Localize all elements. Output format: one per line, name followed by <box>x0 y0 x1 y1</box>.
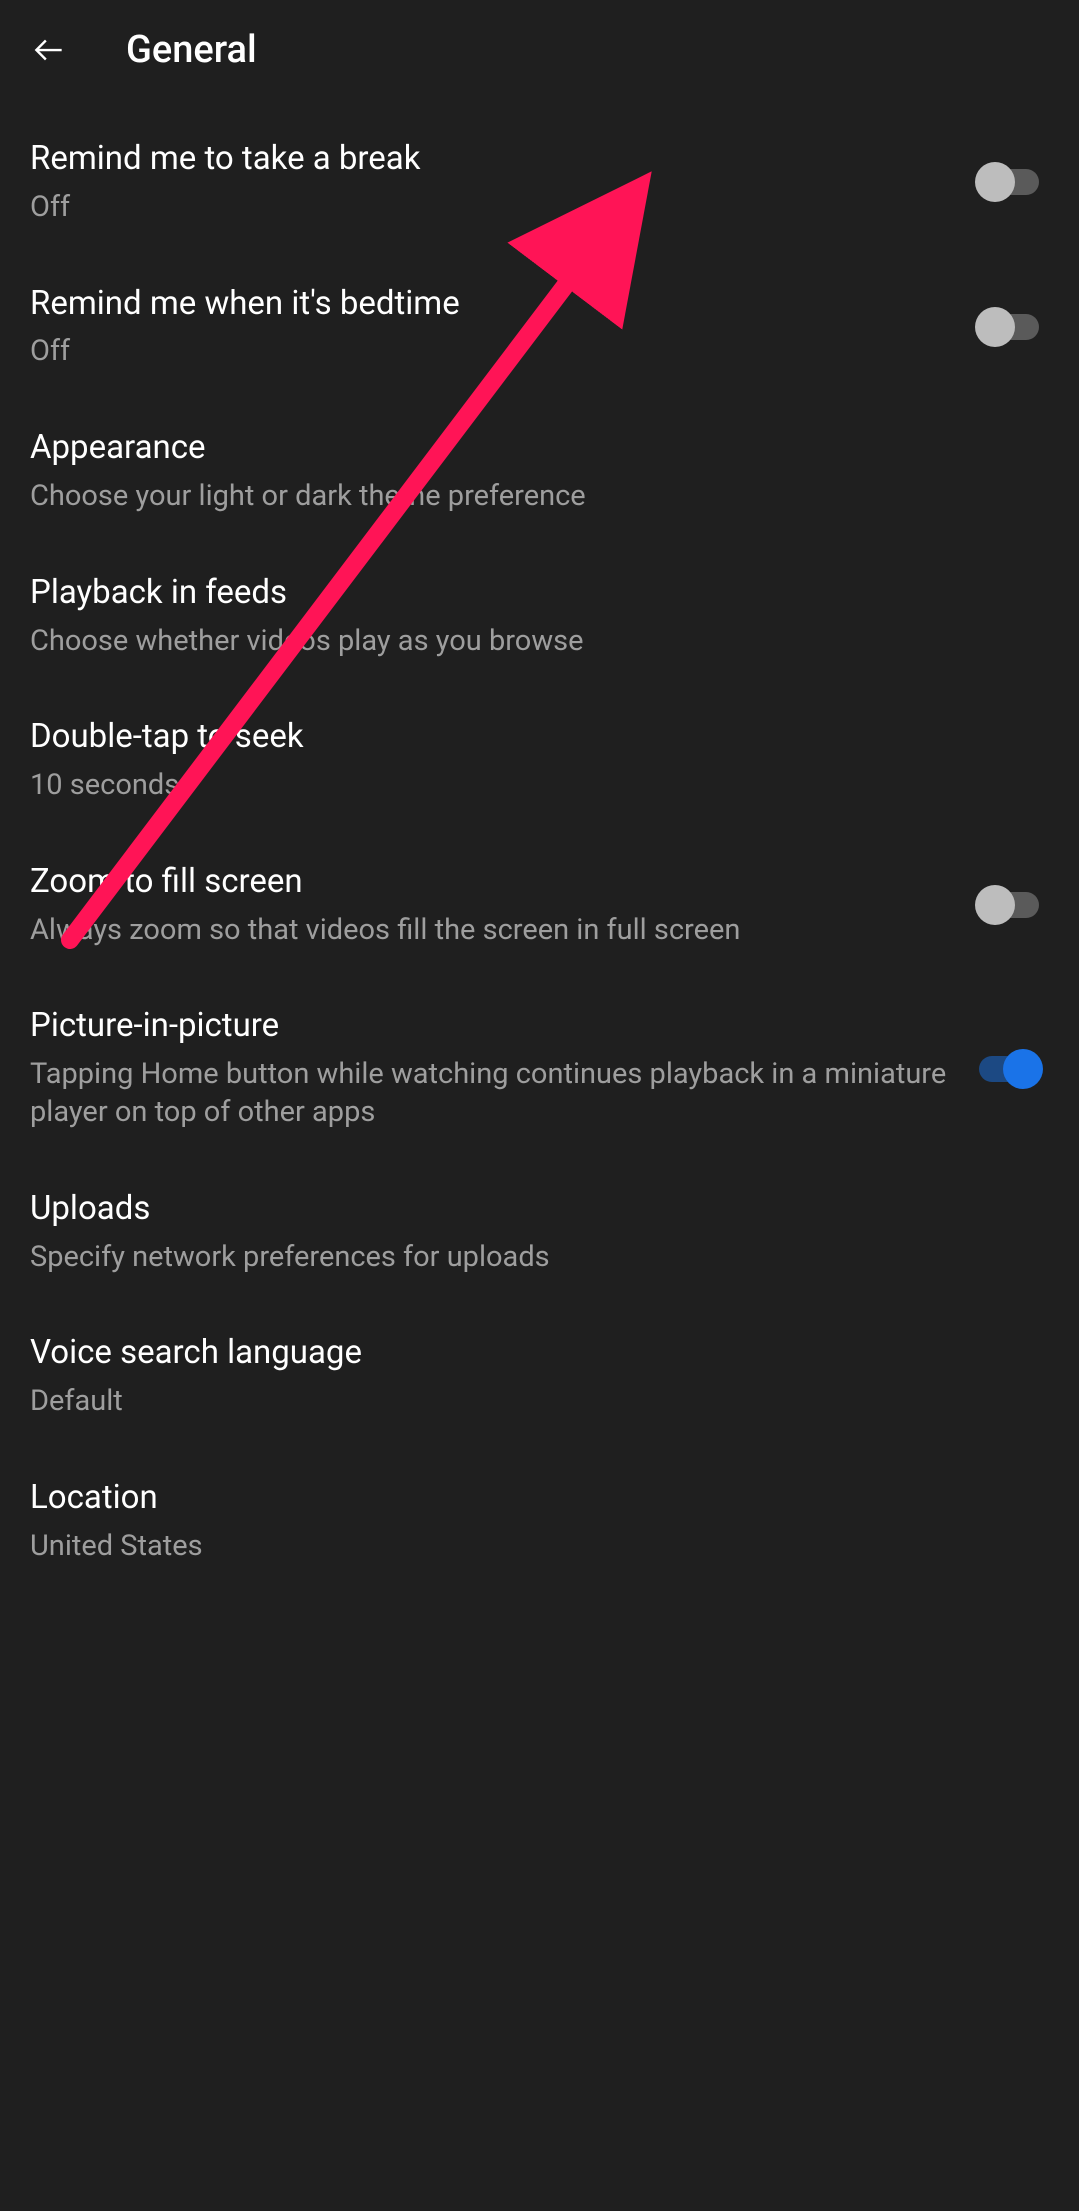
setting-subtitle: Tapping Home button while watching conti… <box>30 1056 959 1131</box>
setting-title: Location <box>30 1477 1029 1520</box>
setting-title: Zoom to fill screen <box>30 861 959 904</box>
setting-uploads[interactable]: Uploads Specify network preferences for … <box>0 1160 1079 1305</box>
toggle-thumb <box>975 885 1015 925</box>
page-title: General <box>126 28 257 72</box>
setting-subtitle: Off <box>30 333 959 371</box>
setting-text: Voice search language Default <box>30 1332 1049 1421</box>
setting-title: Double-tap to seek <box>30 716 1029 759</box>
toggle-pip[interactable] <box>979 1049 1049 1089</box>
setting-text: Appearance Choose your light or dark the… <box>30 427 1049 516</box>
toggle-thumb <box>1003 1049 1043 1089</box>
setting-voice-search[interactable]: Voice search language Default <box>0 1304 1079 1449</box>
setting-text: Location United States <box>30 1477 1049 1566</box>
header: General <box>0 0 1079 100</box>
toggle-take-break[interactable] <box>979 162 1049 202</box>
toggle-zoom-fill[interactable] <box>979 885 1049 925</box>
setting-location[interactable]: Location United States <box>0 1449 1079 1594</box>
setting-title: Remind me to take a break <box>30 138 959 181</box>
setting-take-break[interactable]: Remind me to take a break Off <box>0 110 1079 255</box>
setting-playback-feeds[interactable]: Playback in feeds Choose whether videos … <box>0 544 1079 689</box>
setting-text: Remind me to take a break Off <box>30 138 979 227</box>
setting-text: Double-tap to seek 10 seconds <box>30 716 1049 805</box>
setting-title: Voice search language <box>30 1332 1029 1375</box>
back-button[interactable] <box>30 31 68 69</box>
setting-title: Playback in feeds <box>30 572 1029 615</box>
setting-title: Remind me when it's bedtime <box>30 283 959 326</box>
setting-subtitle: Off <box>30 189 959 227</box>
setting-subtitle: 10 seconds <box>30 767 1029 805</box>
setting-subtitle: Choose your light or dark theme preferen… <box>30 478 1029 516</box>
setting-text: Uploads Specify network preferences for … <box>30 1188 1049 1277</box>
setting-zoom-fill[interactable]: Zoom to fill screen Always zoom so that … <box>0 833 1079 978</box>
setting-text: Remind me when it's bedtime Off <box>30 283 979 372</box>
setting-subtitle: Choose whether videos play as you browse <box>30 623 1029 661</box>
settings-list: Remind me to take a break Off Remind me … <box>0 100 1079 1603</box>
setting-text: Playback in feeds Choose whether videos … <box>30 572 1049 661</box>
setting-title: Appearance <box>30 427 1029 470</box>
setting-appearance[interactable]: Appearance Choose your light or dark the… <box>0 399 1079 544</box>
setting-text: Zoom to fill screen Always zoom so that … <box>30 861 979 950</box>
setting-title: Picture-in-picture <box>30 1005 959 1048</box>
setting-bedtime[interactable]: Remind me when it's bedtime Off <box>0 255 1079 400</box>
toggle-thumb <box>975 162 1015 202</box>
toggle-bedtime[interactable] <box>979 307 1049 347</box>
setting-subtitle: Always zoom so that videos fill the scre… <box>30 912 959 950</box>
setting-subtitle: Specify network preferences for uploads <box>30 1239 1029 1277</box>
setting-text: Picture-in-picture Tapping Home button w… <box>30 1005 979 1131</box>
arrow-left-icon <box>30 31 68 69</box>
setting-double-tap[interactable]: Double-tap to seek 10 seconds <box>0 688 1079 833</box>
setting-title: Uploads <box>30 1188 1029 1231</box>
toggle-thumb <box>975 307 1015 347</box>
setting-subtitle: United States <box>30 1528 1029 1566</box>
setting-pip[interactable]: Picture-in-picture Tapping Home button w… <box>0 977 1079 1159</box>
setting-subtitle: Default <box>30 1383 1029 1421</box>
